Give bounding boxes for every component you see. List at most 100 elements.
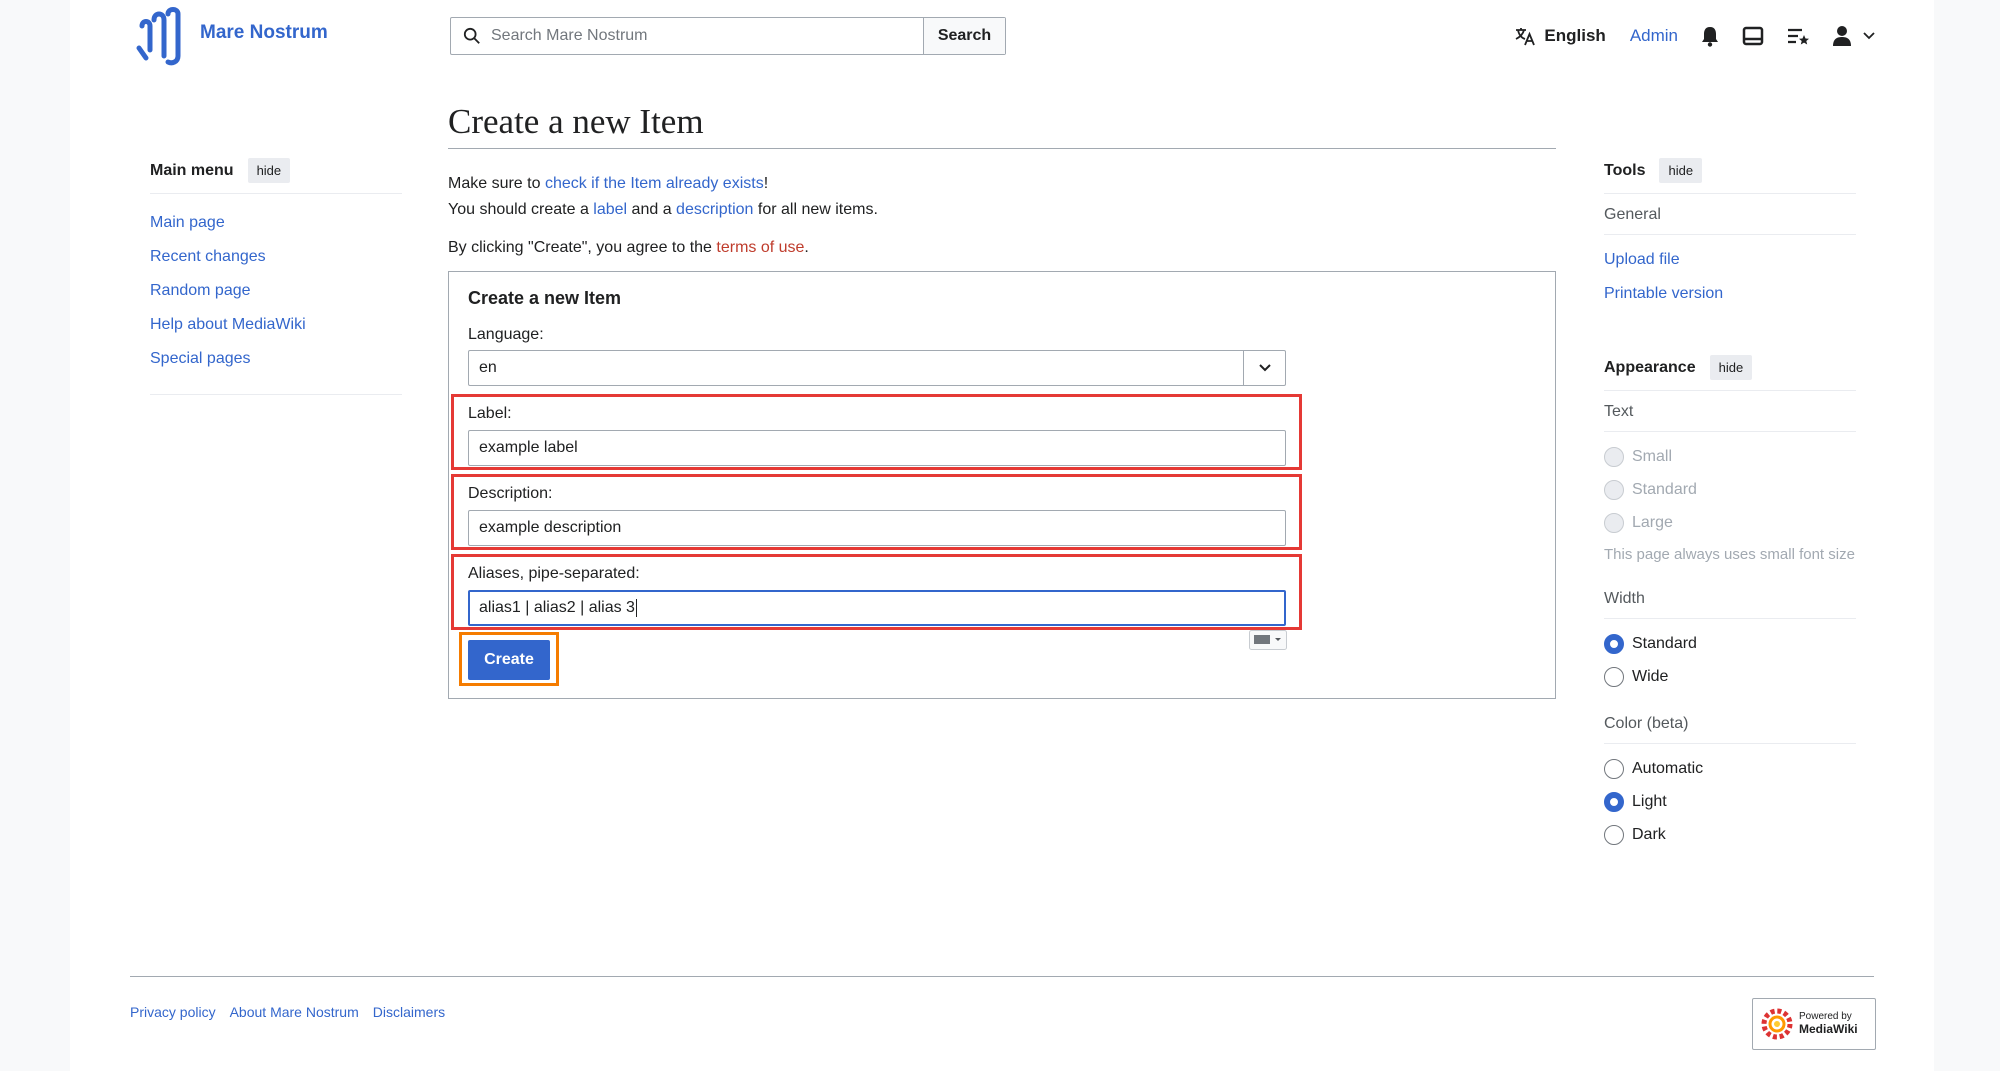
- terms-of-use-link[interactable]: terms of use: [716, 239, 804, 256]
- notifications-button[interactable]: [1700, 25, 1720, 47]
- language-field-label: Language:: [468, 326, 544, 343]
- watchlist-icon: [1788, 28, 1809, 45]
- form-legend: Create a new Item: [468, 288, 622, 308]
- search-placeholder: Search Mare Nostrum: [491, 27, 648, 44]
- aliases-field-label: Aliases, pipe-separated:: [468, 565, 640, 582]
- main-menu: Main menu hide Main page Recent changes …: [150, 158, 402, 395]
- footer-links: Privacy policy About Mare Nostrum Discla…: [130, 1004, 445, 1020]
- tools-hide-button[interactable]: hide: [1659, 158, 1703, 183]
- nav-random-page[interactable]: Random page: [150, 282, 251, 299]
- main-menu-header: Main menu hide: [150, 158, 402, 194]
- text-size-standard-option: Standard: [1604, 473, 1856, 506]
- powered-by-line2: MediaWiki: [1799, 1022, 1858, 1036]
- page-title: Create a new Item: [448, 102, 1556, 149]
- user-menu-button[interactable]: [1832, 25, 1852, 47]
- width-wide-label: Wide: [1632, 667, 1669, 685]
- color-light-option[interactable]: Light: [1604, 785, 1856, 818]
- site-logo-icon[interactable]: [136, 6, 186, 68]
- text-size-note: This page always uses small font size: [1604, 546, 1855, 563]
- color-automatic-label: Automatic: [1632, 759, 1704, 777]
- nav-help-about-mediawiki[interactable]: Help about MediaWiki: [150, 316, 306, 333]
- check-existing-item-link[interactable]: check if the Item already exists: [545, 175, 764, 192]
- description-help-link[interactable]: description: [676, 201, 753, 218]
- footer-divider: [130, 976, 1874, 977]
- intro-line2-mid: and a: [627, 201, 677, 218]
- text-size-heading: Text: [1604, 391, 1856, 432]
- text-cursor: [635, 599, 637, 617]
- chevron-down-icon: [1258, 364, 1271, 372]
- right-sidebar: Tools hide General Upload file Printable…: [1604, 158, 1856, 851]
- width-standard-option[interactable]: Standard: [1604, 627, 1856, 660]
- width-options: Standard Wide: [1604, 619, 1856, 693]
- messages-button[interactable]: [1742, 26, 1764, 46]
- text-size-small-option: Small: [1604, 440, 1856, 473]
- main-menu-list: Main page Recent changes Random page Hel…: [150, 194, 402, 395]
- search-button[interactable]: Search: [923, 18, 1005, 54]
- main-menu-title: Main menu: [150, 161, 234, 179]
- create-item-form: Create a new Item Language: en Label: ex…: [448, 271, 1556, 699]
- powered-by-text: Powered by MediaWiki: [1799, 1011, 1858, 1037]
- label-input[interactable]: example label: [468, 430, 1286, 466]
- intro-line1-post: !: [763, 175, 769, 192]
- text-size-options: Small Standard Large This page always us…: [1604, 432, 1856, 564]
- create-button[interactable]: Create: [468, 640, 550, 680]
- printable-version-link[interactable]: Printable version: [1604, 285, 1723, 302]
- appearance-hide-button[interactable]: hide: [1709, 355, 1753, 380]
- language-select[interactable]: en: [468, 350, 1286, 386]
- color-options: Automatic Light Dark: [1604, 744, 1856, 851]
- width-wide-option[interactable]: Wide: [1604, 660, 1856, 693]
- about-link[interactable]: About Mare Nostrum: [230, 1004, 359, 1020]
- main-content: Create a new Item Make sure to check if …: [448, 102, 1556, 699]
- tools-header: Tools hide: [1604, 158, 1856, 194]
- tools-title: Tools: [1604, 161, 1646, 179]
- search-box: Search Mare Nostrum Search: [450, 17, 1006, 55]
- label-field-label: Label:: [468, 405, 512, 422]
- mediawiki-logo-icon: [1761, 1008, 1793, 1040]
- radio-standard-text: [1604, 479, 1624, 500]
- nav-recent-changes[interactable]: Recent changes: [150, 248, 266, 265]
- intro-line2-pre: You should create a: [448, 201, 594, 218]
- search-icon: [463, 27, 480, 44]
- inbox-icon: [1742, 26, 1764, 46]
- language-button[interactable]: English: [1514, 26, 1606, 46]
- search-input[interactable]: Search Mare Nostrum: [451, 18, 923, 54]
- tools-general-heading: General: [1604, 194, 1856, 235]
- privacy-policy-link[interactable]: Privacy policy: [130, 1004, 216, 1020]
- description-input[interactable]: example description: [468, 510, 1286, 546]
- user-link[interactable]: Admin: [1630, 26, 1678, 46]
- aliases-input[interactable]: alias1 | alias2 | alias 3: [468, 590, 1286, 626]
- terms-notice: By clicking "Create", you agree to the t…: [448, 239, 1556, 257]
- language-select-value: en: [479, 359, 497, 376]
- terms-post: .: [804, 239, 809, 256]
- color-dark-label: Dark: [1632, 825, 1666, 843]
- keyboard-icon[interactable]: [1249, 630, 1287, 650]
- text-size-small-label: Small: [1632, 447, 1673, 465]
- radio-color-automatic[interactable]: [1604, 758, 1624, 779]
- powered-by-mediawiki-badge[interactable]: Powered by MediaWiki: [1752, 998, 1876, 1050]
- personal-tools: English Admin: [1514, 22, 1876, 50]
- label-input-value: example label: [479, 439, 578, 456]
- nav-main-page[interactable]: Main page: [150, 214, 225, 231]
- width-standard-label: Standard: [1632, 634, 1697, 652]
- disclaimers-link[interactable]: Disclaimers: [373, 1004, 445, 1020]
- chevron-down-icon[interactable]: [1862, 31, 1876, 41]
- radio-width-standard[interactable]: [1604, 633, 1624, 654]
- width-heading: Width: [1604, 578, 1856, 619]
- intro-line2-post: for all new items.: [753, 201, 878, 218]
- label-help-link[interactable]: label: [593, 201, 627, 218]
- color-automatic-option[interactable]: Automatic: [1604, 752, 1856, 785]
- radio-color-dark[interactable]: [1604, 824, 1624, 845]
- upload-file-link[interactable]: Upload file: [1604, 251, 1680, 268]
- color-dark-option[interactable]: Dark: [1604, 818, 1856, 851]
- radio-width-wide[interactable]: [1604, 666, 1624, 687]
- radio-color-light[interactable]: [1604, 791, 1624, 812]
- text-size-large-label: Large: [1632, 513, 1673, 531]
- appearance-title: Appearance: [1604, 358, 1696, 376]
- intro-text: Make sure to check if the Item already e…: [448, 171, 1556, 223]
- nav-special-pages[interactable]: Special pages: [150, 350, 251, 367]
- main-menu-hide-button[interactable]: hide: [247, 158, 291, 183]
- watchlist-button[interactable]: [1786, 26, 1810, 46]
- select-arrow[interactable]: [1243, 351, 1285, 385]
- site-name-link[interactable]: Mare Nostrum: [200, 22, 328, 44]
- aliases-input-value: alias1 | alias2 | alias 3: [479, 599, 635, 616]
